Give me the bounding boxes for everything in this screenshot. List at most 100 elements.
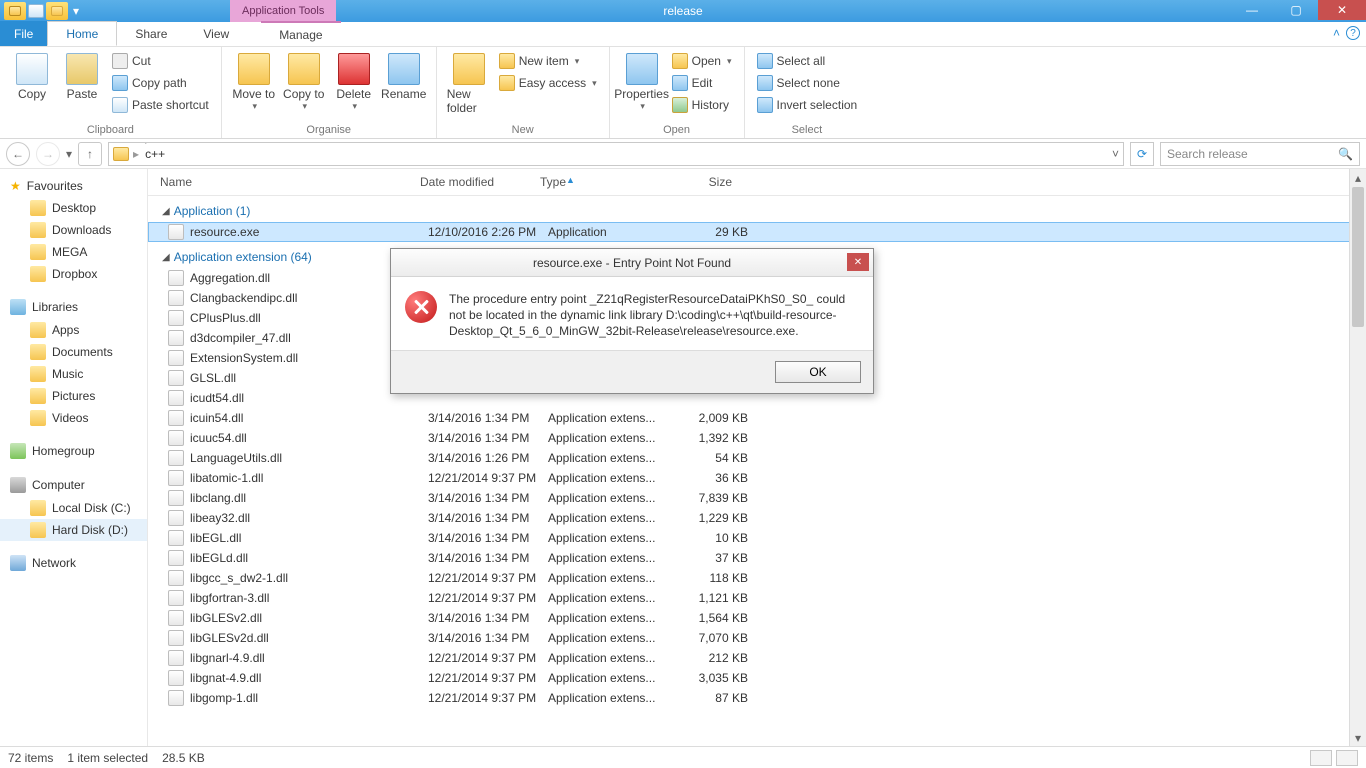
file-icon (168, 350, 184, 366)
recent-locations-icon[interactable]: ▾ (66, 147, 72, 161)
minimize-button[interactable]: — (1230, 0, 1274, 20)
group-organise: Move to Copy to Delete Rename Organise (222, 47, 437, 138)
tab-view[interactable]: View (185, 21, 247, 46)
dialog-close-button[interactable]: ✕ (847, 253, 869, 271)
column-headers[interactable]: Name Date modified Type ▲ Size (148, 169, 1366, 196)
file-row[interactable]: libclang.dll3/14/2016 1:34 PMApplication… (148, 488, 1366, 508)
back-button[interactable]: ← (6, 142, 30, 166)
nav-computer[interactable]: Computer (0, 473, 147, 497)
nav-pane: ★Favourites DesktopDownloadsMEGADropbox … (0, 169, 148, 746)
nav-item[interactable]: Music (0, 363, 147, 385)
open-button[interactable]: Open (668, 51, 736, 71)
file-icon (168, 430, 184, 446)
ribbon-collapse-icon[interactable]: ˄ (1333, 26, 1340, 40)
rename-button[interactable]: Rename (380, 51, 428, 103)
file-row[interactable]: icuin54.dll3/14/2016 1:34 PMApplication … (148, 408, 1366, 428)
file-row[interactable]: icuuc54.dll3/14/2016 1:34 PMApplication … (148, 428, 1366, 448)
status-item-count: 72 items (8, 751, 53, 765)
nav-item[interactable]: Pictures (0, 385, 147, 407)
paste-button[interactable]: Paste (58, 51, 106, 103)
new-folder-button[interactable]: New folder (445, 51, 493, 117)
file-row[interactable]: libgnat-4.9.dll12/21/2014 9:37 PMApplica… (148, 668, 1366, 688)
nav-item[interactable]: Documents (0, 341, 147, 363)
nav-item[interactable]: Hard Disk (D:) (0, 519, 147, 541)
forward-button[interactable]: → (36, 142, 60, 166)
nav-network[interactable]: Network (0, 551, 147, 575)
history-button[interactable]: History (668, 95, 736, 115)
nav-item[interactable]: Local Disk (C:) (0, 497, 147, 519)
file-row[interactable]: libgcc_s_dw2-1.dll12/21/2014 9:37 PMAppl… (148, 568, 1366, 588)
ok-button[interactable]: OK (775, 361, 861, 383)
select-none-button[interactable]: Select none (753, 73, 862, 93)
icons-view-button[interactable] (1336, 750, 1358, 766)
file-row[interactable]: resource.exe12/10/2016 2:26 PMApplicatio… (148, 222, 1366, 242)
nav-item[interactable]: Videos (0, 407, 147, 429)
search-input[interactable]: Search release 🔍 (1160, 142, 1360, 166)
explorer-icon[interactable] (4, 2, 26, 20)
qat-dropdown-icon[interactable]: ▾ (70, 4, 82, 18)
file-row[interactable]: libgfortran-3.dll12/21/2014 9:37 PMAppli… (148, 588, 1366, 608)
nav-item[interactable]: Desktop (0, 197, 147, 219)
copy-path-button[interactable]: Copy path (108, 73, 213, 93)
close-button[interactable]: ✕ (1318, 0, 1366, 20)
search-icon: 🔍 (1338, 147, 1353, 161)
nav-libraries[interactable]: Libraries (0, 295, 147, 319)
paste-shortcut-button[interactable]: Paste shortcut (108, 95, 213, 115)
qat-properties-icon[interactable] (28, 4, 44, 18)
file-row[interactable]: libeay32.dll3/14/2016 1:34 PMApplication… (148, 508, 1366, 528)
file-row[interactable]: libGLESv2d.dll3/14/2016 1:34 PMApplicati… (148, 628, 1366, 648)
help-icon[interactable]: ? (1346, 26, 1360, 40)
delete-button[interactable]: Delete (330, 51, 378, 114)
col-date: Date modified (420, 175, 540, 189)
nav-item[interactable]: Downloads (0, 219, 147, 241)
nav-homegroup[interactable]: Homegroup (0, 439, 147, 463)
file-icon (168, 224, 184, 240)
col-size: Size (660, 175, 740, 189)
select-all-button[interactable]: Select all (753, 51, 862, 71)
new-item-button[interactable]: New item (495, 51, 601, 71)
folder-icon (30, 388, 46, 404)
file-row[interactable]: libEGLd.dll3/14/2016 1:34 PMApplication … (148, 548, 1366, 568)
breadcrumb-seg[interactable]: c++ (143, 147, 458, 161)
scroll-thumb[interactable] (1352, 187, 1364, 327)
group-application[interactable]: ◢Application (1) (148, 196, 1366, 222)
details-view-button[interactable] (1310, 750, 1332, 766)
location-icon (113, 147, 129, 161)
col-type: Type ▲ (540, 175, 660, 189)
group-select: Select all Select none Invert selection … (745, 47, 870, 138)
file-row[interactable]: libgomp-1.dll12/21/2014 9:37 PMApplicati… (148, 688, 1366, 708)
qat-newfolder-icon[interactable] (46, 2, 68, 20)
refresh-button[interactable]: ⟳ (1130, 142, 1154, 166)
nav-item[interactable]: MEGA (0, 241, 147, 263)
edit-button[interactable]: Edit (668, 73, 736, 93)
error-dialog: resource.exe - Entry Point Not Found ✕ T… (390, 248, 874, 394)
folder-icon (30, 322, 46, 338)
cut-button[interactable]: Cut (108, 51, 213, 71)
scroll-down-icon[interactable]: ▾ (1350, 729, 1366, 746)
copy-button[interactable]: Copy (8, 51, 56, 103)
file-row[interactable]: libatomic-1.dll12/21/2014 9:37 PMApplica… (148, 468, 1366, 488)
file-row[interactable]: libgnarl-4.9.dll12/21/2014 9:37 PMApplic… (148, 648, 1366, 668)
up-button[interactable]: ↑ (78, 142, 102, 166)
nav-item[interactable]: Apps (0, 319, 147, 341)
properties-button[interactable]: Properties (618, 51, 666, 114)
easy-access-button[interactable]: Easy access (495, 73, 601, 93)
file-row[interactable]: LanguageUtils.dll3/14/2016 1:26 PMApplic… (148, 448, 1366, 468)
tab-share[interactable]: Share (117, 21, 185, 46)
invert-selection-button[interactable]: Invert selection (753, 95, 862, 115)
scrollbar[interactable]: ▴ ▾ (1349, 169, 1366, 746)
scroll-up-icon[interactable]: ▴ (1350, 169, 1366, 186)
nav-item[interactable]: Dropbox (0, 263, 147, 285)
file-row[interactable]: libGLESv2.dll3/14/2016 1:34 PMApplicatio… (148, 608, 1366, 628)
tab-home[interactable]: Home (47, 21, 117, 46)
maximize-button[interactable]: ▢ (1274, 0, 1318, 20)
move-to-button[interactable]: Move to (230, 51, 278, 114)
breadcrumb[interactable]: ▸ Computer▸Hard Disk (D:)▸coding▸c++▸qt▸… (108, 142, 1124, 166)
file-row[interactable]: libEGL.dll3/14/2016 1:34 PMApplication e… (148, 528, 1366, 548)
copy-to-button[interactable]: Copy to (280, 51, 328, 114)
status-bar: 72 items 1 item selected 28.5 KB (0, 746, 1366, 768)
dialog-title: resource.exe - Entry Point Not Found ✕ (391, 249, 873, 277)
tab-manage[interactable]: Manage (261, 21, 340, 46)
tab-file[interactable]: File (0, 21, 47, 46)
nav-favourites[interactable]: ★Favourites (0, 175, 147, 197)
